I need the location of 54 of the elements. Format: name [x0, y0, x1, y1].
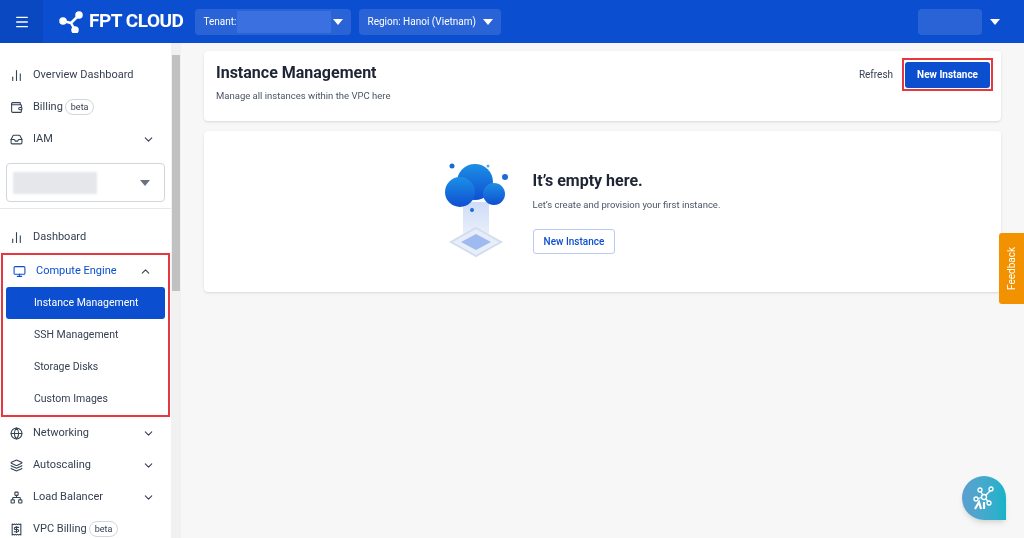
- region-dropdown[interactable]: Region: Hanoi (Vietnam): [359, 8, 502, 35]
- sidebar-item[interactable]: IAM: [0, 123, 171, 155]
- network-icon: [971, 485, 997, 511]
- sidebar-item[interactable]: Dashboard: [0, 221, 171, 253]
- item-label: Dashboard: [33, 228, 87, 245]
- empty-title: It’s empty here.: [532, 169, 643, 192]
- sidebar-item[interactable]: Overview Dashboard: [0, 59, 171, 91]
- submenu-item[interactable]: Instance Management: [6, 287, 165, 319]
- new-instance-button[interactable]: New Instance: [905, 61, 990, 88]
- bar-chart-icon: [10, 230, 23, 244]
- submenu-item[interactable]: Storage Disks: [6, 351, 165, 383]
- caret-icon: [333, 18, 344, 25]
- caret-icon: [483, 18, 494, 25]
- item-label: IAM: [33, 130, 53, 147]
- tenant-label: Tenant:: [203, 15, 237, 29]
- item-label: Autoscaling: [33, 456, 91, 473]
- item-label: Compute Engine: [36, 262, 117, 279]
- sidebar-item[interactable]: Networking: [0, 417, 171, 449]
- blurred-user[interactable]: [918, 8, 982, 35]
- refresh-button[interactable]: Refresh: [854, 66, 898, 82]
- monitor-icon: [13, 264, 26, 278]
- sidebar-item[interactable]: Compute Engine: [3, 255, 168, 287]
- item-label: Overview Dashboard: [33, 66, 134, 83]
- caret-icon: [990, 18, 1000, 25]
- region-label: Region: Hanoi (Vietnam): [367, 15, 476, 29]
- sidebar-item[interactable]: Billing beta: [0, 91, 171, 123]
- receipt-icon: [10, 522, 23, 536]
- layers-icon: [10, 458, 23, 472]
- new-instance-button[interactable]: New Instance: [532, 229, 616, 255]
- submenu-item[interactable]: Custom Images: [6, 383, 165, 415]
- sidebar-item[interactable]: VPC Billing beta: [0, 513, 171, 538]
- page-subtitle: Manage all instances within the VPC here: [216, 89, 391, 103]
- item-label: VPC Billing: [33, 520, 87, 537]
- network-icon: [10, 490, 23, 504]
- item-label: Networking: [33, 424, 90, 441]
- sidebar-item[interactable]: Autoscaling: [0, 449, 171, 481]
- logo-icon: [59, 10, 85, 33]
- select-field[interactable]: [6, 163, 165, 202]
- ai-assistant-button[interactable]: [962, 476, 1006, 520]
- wallet-icon: [10, 100, 23, 114]
- empty-text: Let’s create and provision your first instance.: [532, 197, 721, 212]
- tenant-dropdown[interactable]: Tenant:: [195, 8, 352, 35]
- globe-icon: [10, 426, 23, 440]
- caret-icon: [140, 179, 150, 186]
- submenu-item[interactable]: SSH Management: [6, 319, 165, 351]
- bar-chart-icon: [10, 68, 23, 82]
- inbox-icon: [10, 132, 23, 146]
- menu-button[interactable]: [0, 0, 43, 43]
- item-label: Billing: [33, 98, 63, 115]
- page-title: Instance Management: [216, 62, 378, 84]
- logo-text: FPT CLOUD: [89, 8, 184, 35]
- scrollbar[interactable]: [171, 43, 181, 538]
- sidebar-item[interactable]: Load Balancer: [0, 481, 171, 513]
- item-label: Load Balancer: [33, 488, 103, 505]
